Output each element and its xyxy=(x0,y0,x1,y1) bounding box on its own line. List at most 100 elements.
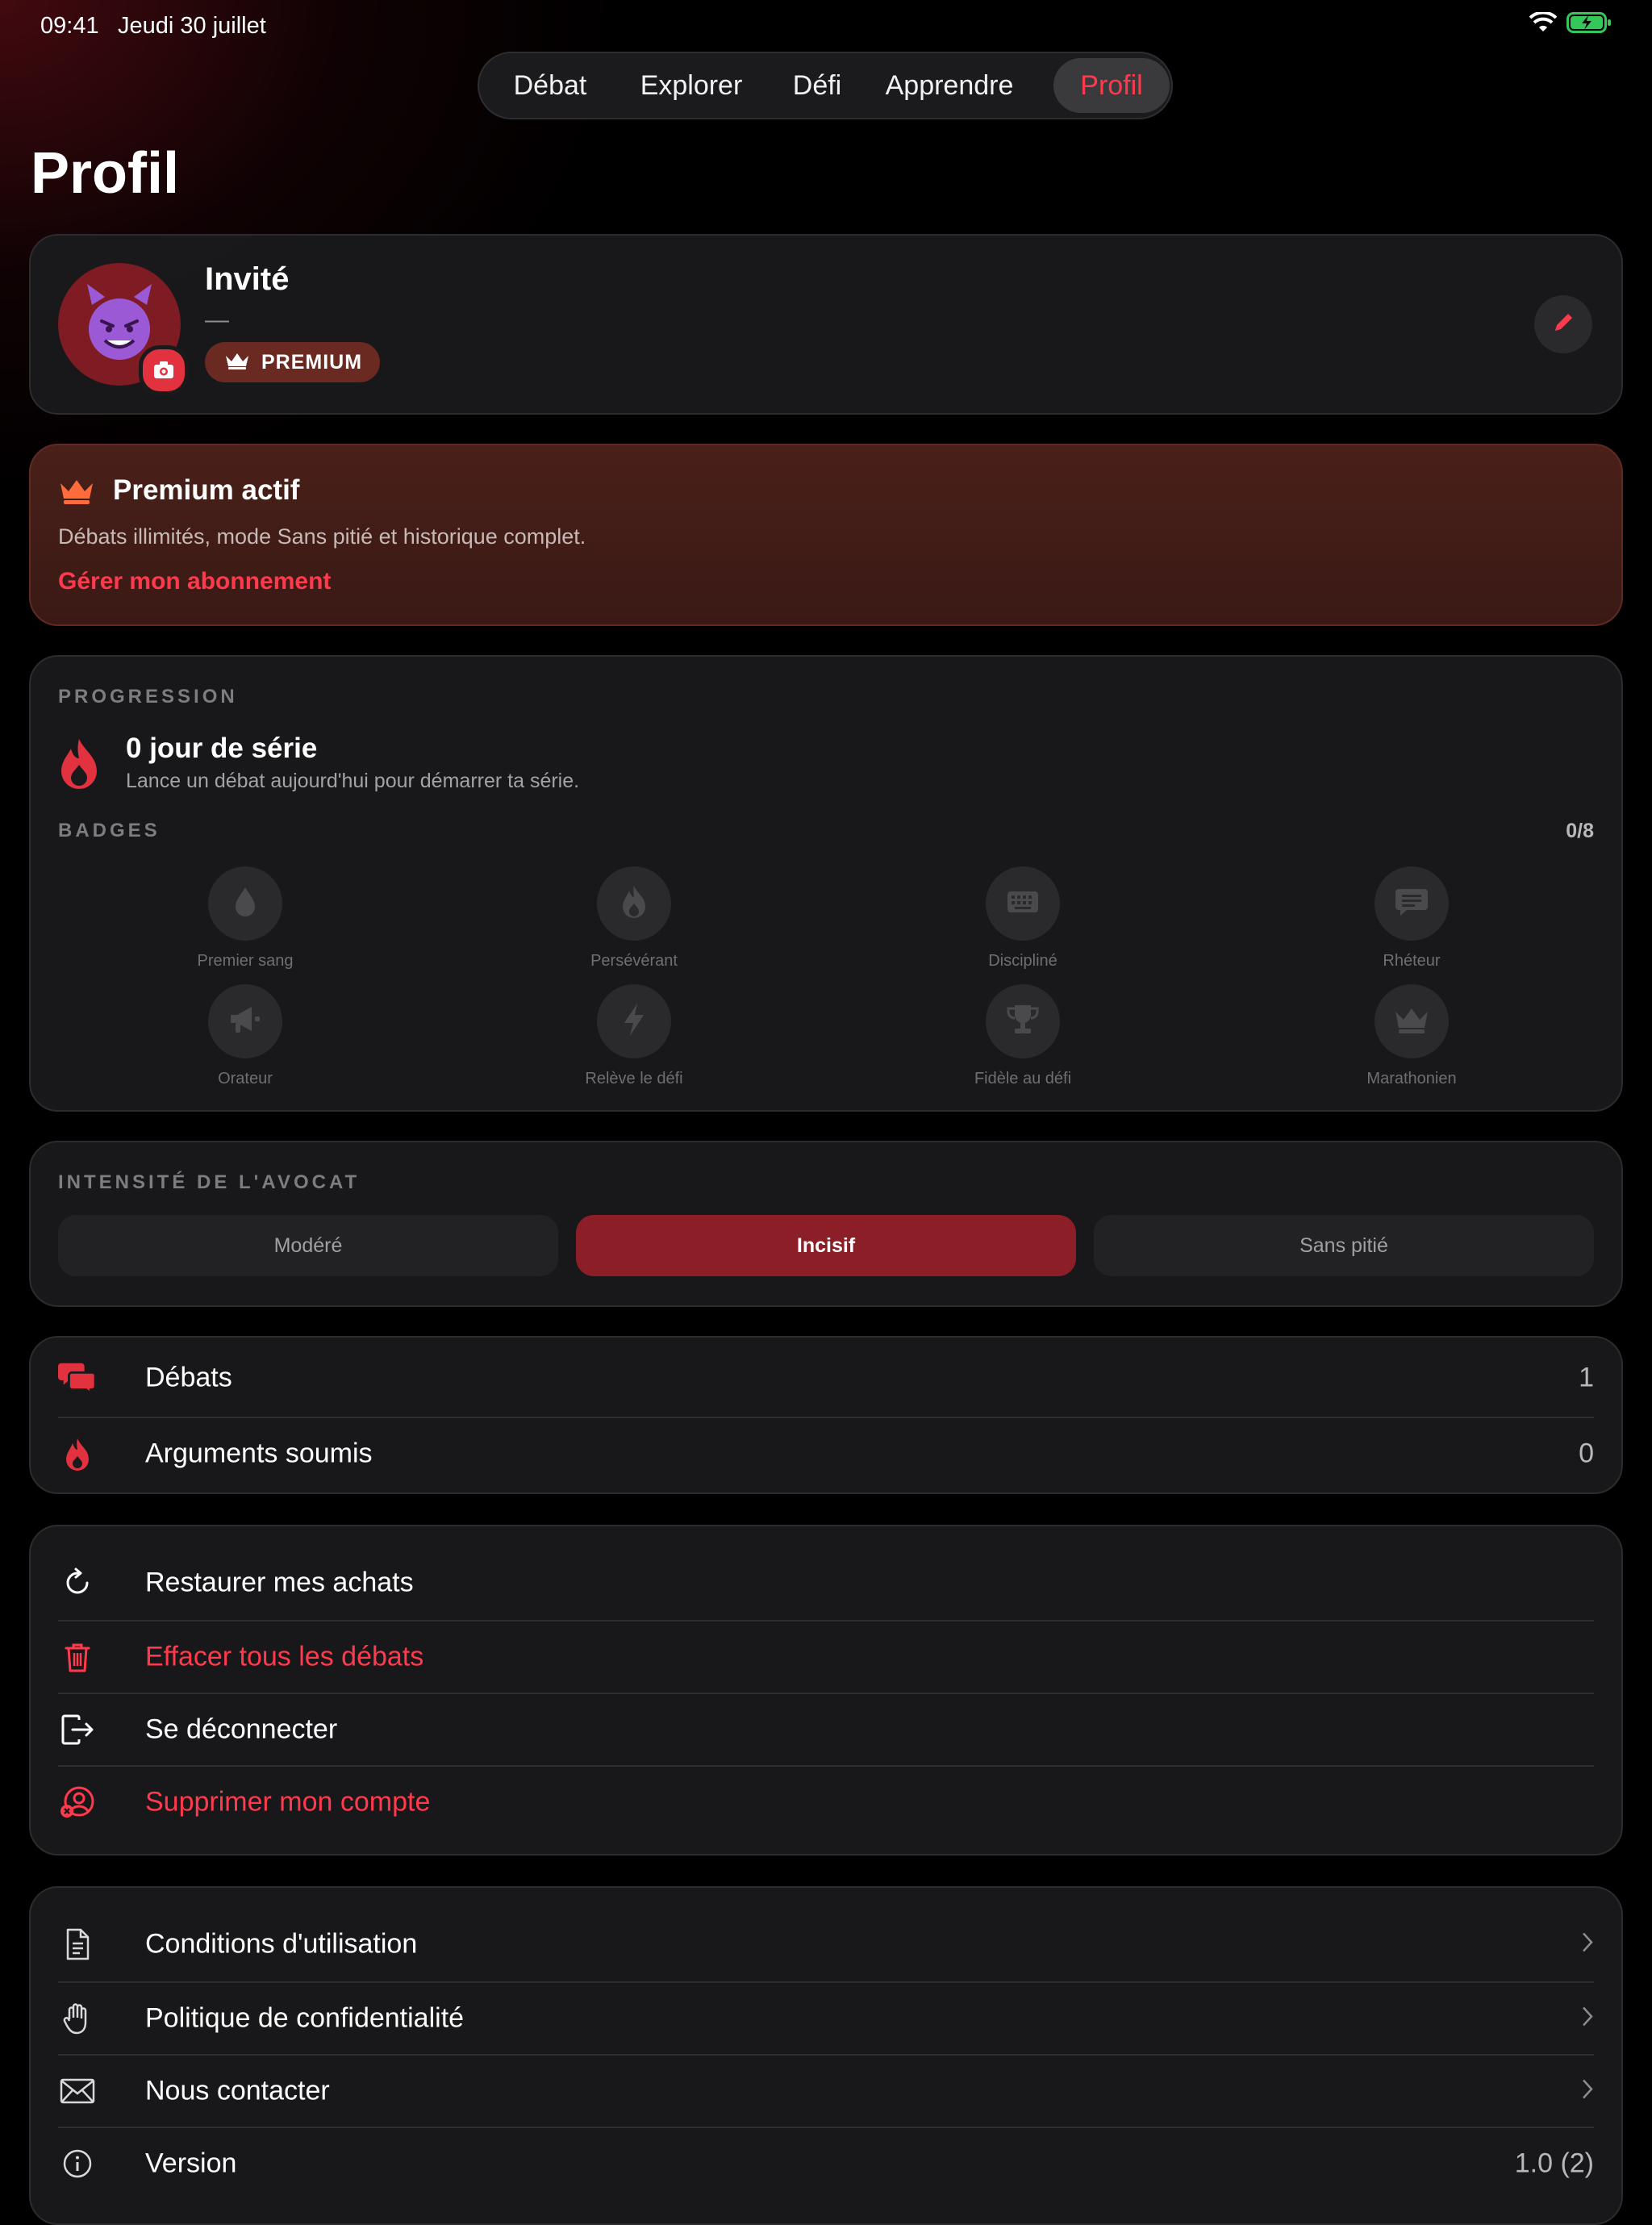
tab-profil[interactable]: Profil xyxy=(1053,58,1170,113)
intensity-card: INTENSITÉ DE L'AVOCAT Modéré Incisif San… xyxy=(29,1141,1623,1307)
stat-value: 1 xyxy=(1579,1362,1594,1393)
badge-rheteur[interactable]: Rhéteur xyxy=(1291,866,1533,971)
badge-label: Fidèle au défi xyxy=(974,1070,1072,1087)
intensity-option-sans-pitie[interactable]: Sans pitié xyxy=(1094,1215,1594,1276)
drop-icon xyxy=(229,884,261,924)
restore-icon xyxy=(58,1563,97,1602)
logout-icon xyxy=(58,1710,97,1749)
intensity-option-modere[interactable]: Modéré xyxy=(58,1215,558,1276)
badge-label: Relève le défi xyxy=(585,1070,683,1087)
status-date: Jeudi 30 juillet xyxy=(118,13,266,39)
badge-perseverant[interactable]: Persévérant xyxy=(513,866,755,971)
premium-badge-label: PREMIUM xyxy=(261,350,363,374)
bolt-icon xyxy=(618,1002,650,1042)
stat-value: 0 xyxy=(1579,1438,1594,1469)
stat-label: Arguments soumis xyxy=(145,1438,373,1469)
action-label: Se déconnecter xyxy=(145,1714,338,1745)
status-icons xyxy=(1529,10,1612,38)
crown-icon xyxy=(1392,1004,1431,1040)
badge-premier-sang[interactable]: Premier sang xyxy=(124,866,366,971)
manage-subscription-link[interactable]: Gérer mon abonnement xyxy=(58,568,331,595)
privacy-row[interactable]: Politique de confidentialité xyxy=(58,1983,1594,2054)
action-label: Restaurer mes achats xyxy=(145,1567,414,1598)
status-bar: 09:41 Jeudi 30 juillet xyxy=(0,0,1652,50)
premium-description: Débats illimités, mode Sans pitié et his… xyxy=(58,524,586,549)
premium-badge: PREMIUM xyxy=(205,342,381,382)
badge-fidele-au-defi[interactable]: Fidèle au défi xyxy=(902,984,1144,1088)
delete-account-icon xyxy=(58,1783,97,1822)
intensity-label: INTENSITÉ DE L'AVOCAT xyxy=(58,1171,361,1193)
battery-charging-icon xyxy=(1566,11,1612,38)
divider xyxy=(58,1417,1594,1418)
premium-card: Premium actif Débats illimités, mode San… xyxy=(29,444,1623,626)
badge-label: Persévérant xyxy=(590,952,678,970)
hand-icon xyxy=(58,1999,97,2038)
account-actions-card: Restaurer mes achats Effacer tous les dé… xyxy=(29,1525,1623,1856)
info-label: Politique de confidentialité xyxy=(145,2002,465,2034)
badges-label: BADGES xyxy=(58,820,161,841)
trophy-icon xyxy=(1005,1002,1041,1042)
action-label: Effacer tous les débats xyxy=(145,1641,424,1672)
tab-debat[interactable]: Débat xyxy=(495,58,605,113)
info-label: Conditions d'utilisation xyxy=(145,1928,418,1960)
stats-card: Débats 1 Arguments soumis 0 xyxy=(29,1336,1623,1494)
badges-count: 0/8 xyxy=(1566,820,1594,842)
stat-row-arguments: Arguments soumis 0 xyxy=(58,1420,1594,1488)
profile-card: Invité — PREMIUM xyxy=(29,234,1623,415)
version-value: 1.0 (2) xyxy=(1514,2148,1594,2179)
badge-label: Rhéteur xyxy=(1383,952,1441,970)
profile-name: Invité xyxy=(205,261,290,297)
stat-row-debats: Débats 1 xyxy=(58,1344,1594,1412)
premium-title: Premium actif xyxy=(113,474,300,506)
flame-icon xyxy=(58,1434,97,1473)
info-icon xyxy=(58,2144,97,2183)
badge-label: Marathonien xyxy=(1366,1070,1457,1087)
keyboard-icon xyxy=(1005,888,1041,920)
badge-label: Orateur xyxy=(218,1070,273,1087)
chevron-right-icon xyxy=(1581,2078,1594,2105)
badge-marathonien[interactable]: Marathonien xyxy=(1291,984,1533,1088)
flame-icon xyxy=(618,884,650,924)
speech-bubble-icon xyxy=(1394,886,1429,922)
badge-label: Premier sang xyxy=(197,952,294,970)
progression-label: PROGRESSION xyxy=(58,686,238,708)
pencil-icon xyxy=(1550,310,1576,340)
terms-row[interactable]: Conditions d'utilisation xyxy=(58,1909,1594,1980)
restore-purchases-row[interactable]: Restaurer mes achats xyxy=(58,1547,1594,1618)
flame-icon xyxy=(56,737,102,795)
profile-subtitle: — xyxy=(205,307,229,333)
clear-debates-row[interactable]: Effacer tous les débats xyxy=(58,1622,1594,1693)
logout-row[interactable]: Se déconnecter xyxy=(58,1694,1594,1765)
stat-label: Débats xyxy=(145,1362,232,1393)
document-icon xyxy=(58,1925,97,1964)
tab-apprendre[interactable]: Apprendre xyxy=(870,58,1029,113)
action-label: Supprimer mon compte xyxy=(145,1786,431,1818)
badge-discipline[interactable]: Discipliné xyxy=(902,866,1144,971)
change-photo-button[interactable] xyxy=(139,345,189,395)
progression-card: PROGRESSION 0 jour de série Lance un déb… xyxy=(29,655,1623,1112)
chevron-right-icon xyxy=(1581,2006,1594,2032)
badge-releve-le-defi[interactable]: Relève le défi xyxy=(513,984,755,1088)
crown-icon xyxy=(58,476,95,509)
streak-title: 0 jour de série xyxy=(126,733,318,764)
info-label: Nous contacter xyxy=(145,2075,330,2106)
intensity-option-incisif[interactable]: Incisif xyxy=(576,1215,1076,1276)
page-title: Profil xyxy=(31,141,180,206)
envelope-icon xyxy=(58,2072,97,2110)
camera-icon xyxy=(143,361,185,394)
version-row: Version 1.0 (2) xyxy=(58,2128,1594,2199)
contact-row[interactable]: Nous contacter xyxy=(58,2056,1594,2127)
chat-bubbles-icon xyxy=(58,1359,97,1397)
badge-label: Discipliné xyxy=(988,952,1058,970)
chevron-right-icon xyxy=(1581,1931,1594,1958)
tab-explorer[interactable]: Explorer xyxy=(618,58,765,113)
tab-defi[interactable]: Défi xyxy=(778,58,857,113)
status-time: 09:41 xyxy=(40,13,99,39)
edit-profile-button[interactable] xyxy=(1534,295,1592,353)
streak-subtitle: Lance un débat aujourd'hui pour démarrer… xyxy=(126,770,580,792)
delete-account-row[interactable]: Supprimer mon compte xyxy=(58,1767,1594,1838)
info-card: Conditions d'utilisation Politique de co… xyxy=(29,1886,1623,2225)
wifi-icon xyxy=(1529,10,1558,37)
badge-orateur[interactable]: Orateur xyxy=(124,984,366,1088)
info-label: Version xyxy=(145,2148,237,2179)
